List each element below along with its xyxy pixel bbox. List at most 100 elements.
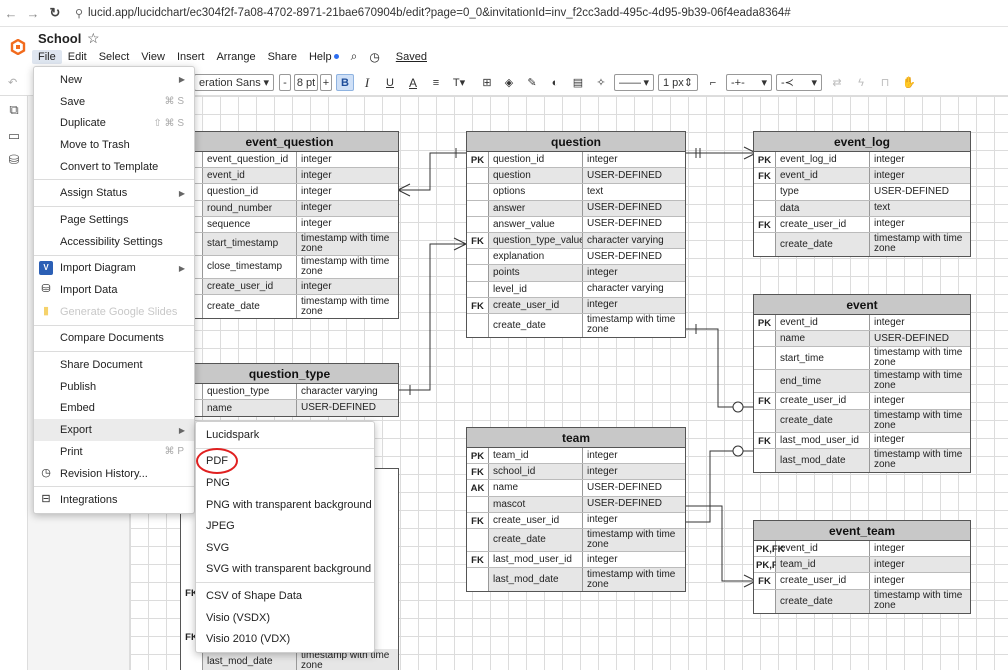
font-size-input[interactable]: 8 pt: [294, 74, 318, 91]
table-row[interactable]: create_date timestamp with time zone: [754, 409, 970, 433]
magic-wand-icon[interactable]: ✧: [592, 74, 610, 91]
table-event-question[interactable]: event_question event_question_id integer ev…: [180, 131, 399, 320]
site-info-icon[interactable]: ⚲: [70, 7, 88, 20]
frame-icon[interactable]: ▭: [6, 128, 22, 144]
menu-item-revision-history[interactable]: ◷ Revision History...: [34, 463, 194, 485]
table-row[interactable]: create_date timestamp with time zone: [467, 528, 685, 552]
table-row[interactable]: create_user_id integer: [181, 278, 398, 296]
table-row[interactable]: answer USER-DEFINED: [467, 200, 685, 217]
address-bar[interactable]: lucid.app/lucidchart/ec304f2f-7a08-4702-…: [88, 7, 791, 19]
table-row[interactable]: PK event_log_id integer: [754, 152, 970, 169]
menu-item-import-data[interactable]: ⛁ Import Data: [34, 279, 194, 301]
table-row[interactable]: points integer: [467, 265, 685, 282]
menu-view[interactable]: View: [135, 50, 171, 64]
table-event[interactable]: event PK event_id integer name USER-DEFINED st…: [753, 294, 971, 473]
export-svg-transparent[interactable]: SVG with transparent background: [196, 559, 374, 581]
table-question-type[interactable]: question_type question_type character vary…: [180, 363, 399, 418]
table-row[interactable]: question_type character varying: [181, 384, 398, 401]
export-csv[interactable]: CSV of Shape Data: [196, 585, 374, 607]
export-lucidspark[interactable]: Lucidspark: [196, 424, 374, 446]
table-team[interactable]: team PK team_id integer FK school_id integer AK…: [466, 427, 686, 593]
hand-icon[interactable]: ✋: [900, 74, 918, 91]
table-row[interactable]: PK team_id integer: [467, 448, 685, 465]
italic-button[interactable]: I: [358, 74, 376, 91]
table-event-team[interactable]: event_team PK,FK event_id integer PK,FK team_…: [753, 520, 971, 614]
table-row[interactable]: event_id integer: [181, 168, 398, 185]
line-end-select[interactable]: -≺ ▾: [776, 74, 822, 91]
export-png[interactable]: PNG: [196, 472, 374, 494]
export-svg[interactable]: SVG: [196, 537, 374, 559]
table-row[interactable]: question USER-DEFINED: [467, 168, 685, 185]
table-row[interactable]: FK create_user_id integer: [467, 297, 685, 314]
connector-line[interactable]: [685, 450, 756, 523]
table-row[interactable]: FK create_user_id integer: [754, 393, 970, 410]
table-row[interactable]: FK create_user_id integer: [467, 512, 685, 529]
menu-item-share-document[interactable]: Share Document: [34, 354, 194, 376]
menu-item-print[interactable]: Print ⌘ P: [34, 441, 194, 463]
table-question[interactable]: question PK question_id integer question USER…: [466, 131, 686, 338]
menu-file[interactable]: File: [32, 49, 62, 64]
fill-color-icon[interactable]: ◈: [500, 74, 518, 91]
table-row[interactable]: FK last_mod_user_id integer: [467, 551, 685, 569]
menu-share[interactable]: Share: [262, 50, 303, 64]
table-row[interactable]: level_id character varying: [467, 281, 685, 298]
table-row[interactable]: create_date timestamp with time zone: [754, 589, 970, 613]
document-title[interactable]: School: [38, 31, 81, 46]
connector-line[interactable]: [398, 243, 466, 391]
text-color-button[interactable]: A: [404, 74, 422, 91]
table-row[interactable]: create_date timestamp with time zone: [181, 295, 398, 319]
table-row[interactable]: FK create_user_id integer: [754, 216, 970, 233]
export-vdx[interactable]: Visio 2010 (VDX): [196, 628, 374, 650]
table-row[interactable]: event_question_id integer: [181, 152, 398, 169]
table-row[interactable]: AK name USER-DEFINED: [467, 480, 685, 497]
menu-item-accessibility-settings[interactable]: Accessibility Settings: [34, 231, 194, 253]
line-start-select[interactable]: -+- ▾: [726, 74, 772, 91]
data-icon[interactable]: ⛁: [6, 152, 22, 168]
history-clock-icon[interactable]: ◷: [363, 49, 385, 65]
reload-icon[interactable]: ↻: [44, 5, 66, 21]
table-row[interactable]: create_date timestamp with time zone: [754, 232, 970, 256]
forward-arrow-icon[interactable]: →: [22, 6, 44, 21]
star-icon[interactable]: ☆: [87, 30, 100, 47]
font-family-select[interactable]: eration Sans ▾: [194, 74, 274, 91]
table-row[interactable]: start_timestamp timestamp with time zone: [181, 232, 398, 256]
menu-item-duplicate[interactable]: Duplicate ⇧ ⌘ S: [34, 112, 194, 134]
menu-item-publish[interactable]: Publish: [34, 376, 194, 398]
table-row[interactable]: FK school_id integer: [467, 464, 685, 481]
line-width-select[interactable]: 1 px ⇕: [658, 74, 698, 91]
table-row[interactable]: question_id integer: [181, 184, 398, 201]
menu-item-export[interactable]: Export ▶: [34, 419, 194, 441]
line-style-select[interactable]: —— ▾: [614, 74, 654, 91]
table-event-log[interactable]: event_log PK event_log_id integer FK event_id…: [753, 131, 971, 257]
table-row[interactable]: sequence integer: [181, 216, 398, 233]
table-row[interactable]: end_time timestamp with time zone: [754, 370, 970, 394]
menu-insert[interactable]: Insert: [171, 50, 211, 64]
table-row[interactable]: type USER-DEFINED: [754, 184, 970, 201]
menu-edit[interactable]: Edit: [62, 50, 93, 64]
export-pdf[interactable]: PDF: [196, 447, 374, 474]
connector-line[interactable]: [685, 328, 756, 408]
style-icon[interactable]: ▤: [569, 74, 587, 91]
binoculars-icon[interactable]: ⌕: [345, 48, 364, 65]
table-row[interactable]: answer_value USER-DEFINED: [467, 216, 685, 233]
menu-item-save[interactable]: Save ⌘ S: [34, 91, 194, 113]
text-options-icon[interactable]: T▾: [450, 74, 468, 91]
table-row[interactable]: PK,FK event_id integer: [754, 541, 970, 558]
underline-button[interactable]: U: [381, 74, 399, 91]
table-row[interactable]: explanation USER-DEFINED: [467, 249, 685, 266]
lock-icon[interactable]: ⊓: [876, 74, 894, 91]
menu-item-convert-to-template[interactable]: Convert to Template: [34, 156, 194, 178]
table-row[interactable]: mascot USER-DEFINED: [467, 496, 685, 513]
export-jpeg[interactable]: JPEG: [196, 515, 374, 537]
table-row[interactable]: FK create_user_id integer: [754, 573, 970, 590]
shape-border-icon[interactable]: ⊞: [478, 74, 496, 91]
line-color-icon[interactable]: ✎: [523, 74, 541, 91]
align-icon[interactable]: ≡: [427, 74, 445, 91]
menu-item-embed[interactable]: Embed: [34, 398, 194, 420]
export-vsdx[interactable]: Visio (VSDX): [196, 607, 374, 629]
connector-style-icon[interactable]: ⌐: [704, 74, 722, 91]
table-row[interactable]: start_time timestamp with time zone: [754, 347, 970, 371]
table-row[interactable]: PK,FK team_id integer: [754, 557, 970, 574]
bold-button[interactable]: B: [336, 74, 354, 91]
menu-item-integrations[interactable]: ⊟ Integrations: [34, 489, 194, 511]
